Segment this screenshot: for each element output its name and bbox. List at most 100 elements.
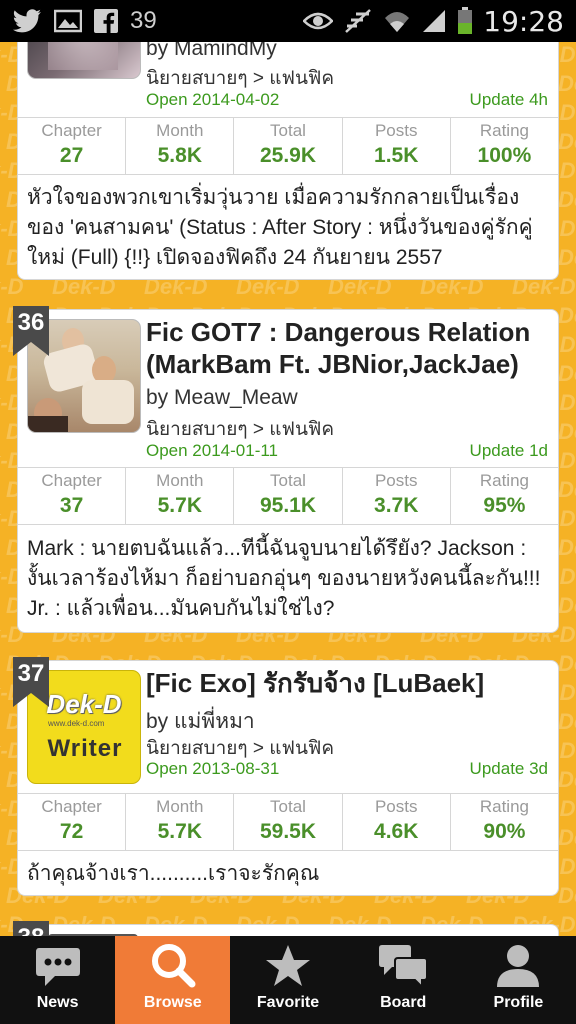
stat-total: Total 59.5K	[234, 794, 343, 850]
stat-value: 59.5K	[259, 820, 317, 843]
notification-count: 39	[130, 7, 157, 34]
stat-value: 100%	[477, 144, 532, 167]
star-icon	[266, 945, 310, 986]
news-bubble-icon	[35, 948, 80, 986]
stat-label: Total	[270, 471, 306, 490]
clock: 19:28	[483, 4, 564, 38]
search-icon	[151, 944, 196, 988]
story-category: นิยายสบายๆ > แฟนฟิค	[146, 419, 335, 440]
stat-posts: Posts 1.5K	[343, 118, 451, 174]
dekd-url: www.dek-d.com	[48, 719, 105, 728]
watermark-text: Dek-D	[558, 129, 576, 154]
story-description: Mark : นายตบฉันแล้ว...ทีนี้ฉันจูบนายได้ร…	[27, 537, 541, 620]
stat-label: Chapter	[41, 797, 102, 816]
person-icon	[497, 945, 540, 987]
board-bubbles-icon	[379, 945, 429, 988]
stat-label: Rating	[479, 121, 529, 140]
battery-icon	[457, 7, 473, 35]
watermark-text: Dek-D	[558, 883, 576, 908]
stat-value: 95%	[483, 494, 526, 517]
watermark-text: Dek-D	[558, 535, 576, 560]
stat-rating: Rating 95%	[451, 468, 558, 524]
stat-label: Posts	[374, 471, 418, 490]
stat-month: Month 5.7K	[126, 794, 235, 850]
stat-value: 90%	[483, 820, 526, 843]
tab-browse[interactable]: Browse	[115, 936, 231, 1024]
stat-label: Rating	[479, 471, 529, 490]
stat-total: Total 95.1K	[234, 468, 343, 524]
facebook-icon	[94, 9, 118, 33]
stat-month: Month 5.7K	[126, 468, 235, 524]
story-open-date: Open 2014-01-11	[146, 441, 279, 460]
watermark-text: Dek-D	[558, 825, 576, 850]
story-title[interactable]: Fic GOT7 : Dangerous Relation (MarkBam F…	[146, 316, 550, 380]
stat-label: Total	[270, 797, 306, 816]
stat-value: 1.5K	[374, 144, 419, 167]
tab-label: Browse	[143, 994, 202, 1011]
tab-favorite[interactable]: Favorite	[230, 936, 345, 1024]
stat-label: Chapter	[41, 121, 102, 140]
stat-value: 5.7K	[157, 494, 202, 517]
tab-profile[interactable]: Profile	[461, 936, 576, 1024]
story-open-date: Open 2014-04-02	[146, 90, 280, 109]
gallery-icon	[54, 9, 82, 33]
story-author[interactable]: by Meaw_Meaw	[146, 386, 298, 410]
story-update-time: Update 1d	[469, 441, 548, 460]
status-bar: 39 19:28	[0, 0, 576, 42]
stat-value: 5.8K	[157, 144, 202, 167]
eye-icon	[303, 11, 334, 31]
stat-label: Month	[156, 121, 204, 140]
writer-label: Writer	[47, 735, 123, 762]
story-card[interactable]: by MamindMy นิยายสบายๆ > แฟนฟิค Open 201…	[17, 10, 559, 280]
tab-label: News	[36, 994, 79, 1011]
stat-label: Rating	[479, 797, 529, 816]
stat-label: Posts	[374, 797, 418, 816]
story-stats: Chapter 27 Month 5.8K Total 25.9K Posts 1.5K…	[18, 117, 558, 175]
dekd-logo: Dek-D	[46, 689, 122, 719]
story-card-header: 37 Dek-D www.dek-d.com Writer [Fic Exo] …	[13, 657, 558, 786]
story-card[interactable]: 37 Dek-D www.dek-d.com Writer [Fic Exo] …	[13, 657, 559, 896]
stat-total: Total 25.9K	[234, 118, 343, 174]
stat-label: Month	[156, 797, 204, 816]
tab-label: Profile	[493, 994, 544, 1011]
stat-posts: Posts 3.7K	[343, 468, 451, 524]
stat-label: Posts	[374, 121, 418, 140]
story-card[interactable]: 36 Fic GOT7 : Dangerous Relation (MarkBa…	[13, 306, 559, 633]
story-open-date: Open 2013-08-31	[146, 759, 280, 778]
tab-news[interactable]: News	[0, 936, 115, 1024]
watermark-text: Dek-D	[558, 187, 576, 212]
twitter-icon	[12, 9, 42, 33]
watermark-text: Dek-D	[558, 71, 576, 96]
tab-board[interactable]: Board	[346, 936, 461, 1024]
watermark-text: Dek-D	[558, 709, 576, 734]
stat-value: 4.6K	[374, 820, 419, 843]
stat-label: Total	[270, 121, 306, 140]
watermark-text: Dek-D	[558, 245, 576, 270]
tab-label: Board	[380, 994, 427, 1011]
story-update-time: Update 3d	[469, 759, 548, 778]
story-title[interactable]: [Fic Exo] รักรับจ้าง [LuBaek]	[146, 667, 550, 699]
stat-rating: Rating 90%	[451, 794, 558, 850]
watermark-text: Dek-D	[558, 477, 576, 502]
story-stats: Chapter 72 Month 5.7K Total 59.5K Posts 4.6K…	[18, 793, 558, 851]
stat-value: 72	[59, 820, 84, 843]
stat-value: 37	[59, 494, 84, 517]
stat-value: 25.9K	[259, 144, 317, 167]
stat-label: Month	[156, 471, 204, 490]
stat-chapter: Chapter 72	[18, 794, 127, 850]
stat-value: 95.1K	[259, 494, 317, 517]
watermark-text: Dek-D	[558, 303, 576, 328]
stat-month: Month 5.8K	[126, 118, 235, 174]
story-stats: Chapter 37 Month 5.7K Total 95.1K Posts 3.7K…	[18, 467, 558, 525]
story-description: ถ้าคุณจ้างเรา..........เราจะรักคุณ	[27, 862, 320, 885]
wifi-icon	[383, 8, 411, 34]
stat-value: 3.7K	[374, 494, 419, 517]
story-update-time: Update 4h	[469, 90, 548, 109]
no-signal-icon	[343, 8, 373, 34]
watermark-text: Dek-D	[558, 651, 576, 676]
stat-value: 27	[59, 144, 84, 167]
story-category: นิยายสบายๆ > แฟนฟิค	[146, 68, 335, 89]
stat-label: Chapter	[41, 471, 102, 490]
watermark-text: Dek-D	[558, 361, 576, 386]
stat-rating: Rating 100%	[451, 118, 558, 174]
